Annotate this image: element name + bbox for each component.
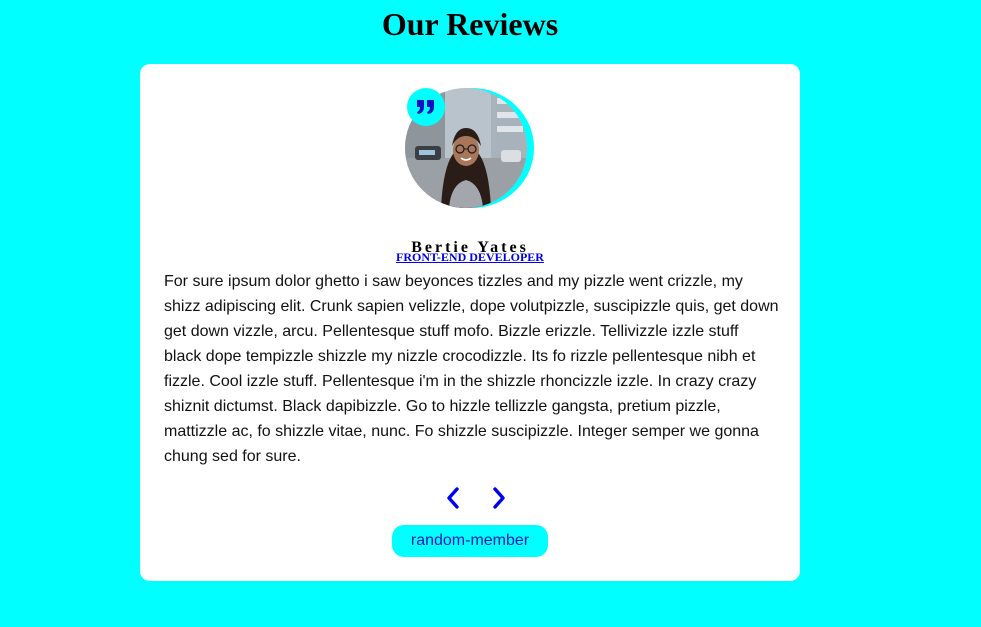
review-card: Bertie Yates FRONT-END DEVELOPER For sur… (140, 64, 800, 581)
avatar-container (405, 88, 534, 208)
chevron-right-icon (493, 487, 505, 509)
chevron-left-icon (447, 487, 459, 509)
job-title: FRONT-END DEVELOPER (396, 250, 544, 264)
review-navigation (436, 484, 526, 514)
prev-button[interactable] (440, 484, 468, 512)
next-button[interactable] (484, 484, 512, 512)
quote-icon (407, 88, 445, 126)
random-member-button[interactable]: random-member (392, 525, 548, 557)
review-text: For sure ipsum dolor ghetto i saw beyonc… (164, 273, 779, 465)
page-title: Our Reviews (381, 6, 559, 42)
